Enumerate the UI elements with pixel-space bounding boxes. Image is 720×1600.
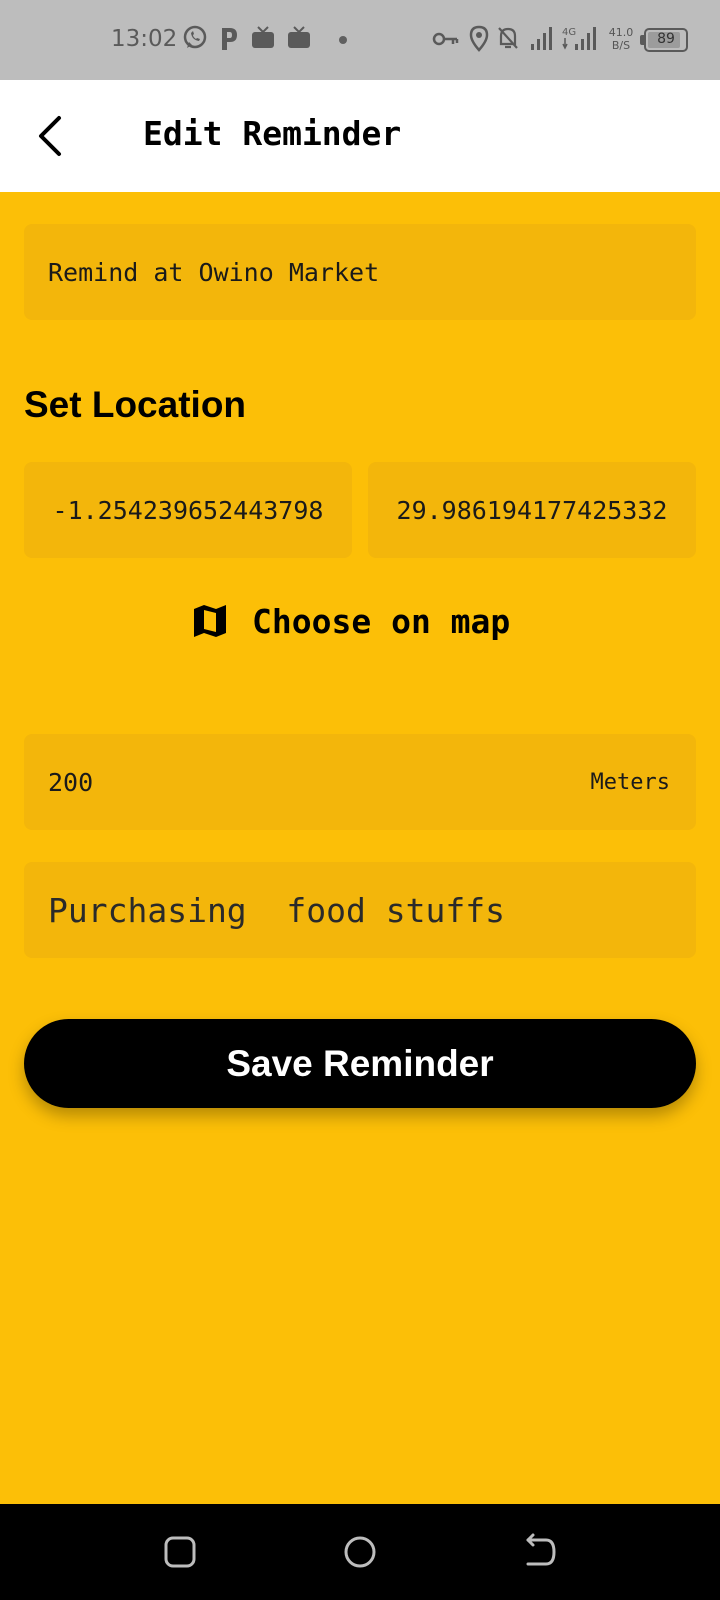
back-button[interactable]: [20, 106, 80, 166]
radius-input[interactable]: 200 Meters: [24, 734, 696, 830]
tv-icon: [252, 26, 274, 48]
radius-unit-label: Meters: [590, 769, 670, 795]
set-location-heading: Set Location: [24, 384, 247, 425]
parking-app-icon: [222, 28, 237, 50]
map-icon: [194, 605, 226, 637]
app-bar: Edit Reminder: [0, 80, 720, 192]
recent-apps-icon[interactable]: [160, 1532, 200, 1572]
network-speed-unit: B/S: [611, 39, 631, 52]
radius-value: 200: [48, 767, 94, 797]
battery-level: 89: [657, 31, 675, 47]
page-title: Edit Reminder: [143, 114, 402, 153]
status-bar: 13:02 4G 41.0 B/S 89: [0, 0, 720, 80]
home-icon[interactable]: [340, 1532, 380, 1572]
location-pin-icon: [469, 25, 489, 52]
reminder-note-input[interactable]: Purchasing food stuffs: [24, 862, 696, 958]
network-speed: 41.0 B/S: [606, 26, 636, 52]
battery-icon: 89: [644, 28, 688, 52]
tv-icon: [288, 26, 310, 48]
4g-signal-icon: 4G: [562, 27, 596, 50]
choose-on-map-button[interactable]: Choose on map: [190, 596, 510, 646]
whatsapp-icon: [183, 25, 207, 49]
latitude-input[interactable]: -1.254239652443798: [24, 462, 352, 558]
system-nav-bar: [0, 1504, 720, 1600]
back-icon[interactable]: [520, 1532, 560, 1572]
choose-on-map-label: Choose on map: [252, 601, 511, 641]
reminder-title-input[interactable]: Remind at Owino Market: [24, 224, 696, 320]
signal-icon: [531, 27, 552, 50]
arrow-back-icon: [39, 116, 61, 156]
network-speed-value: 41.0: [608, 26, 634, 39]
longitude-input[interactable]: 29.986194177425332: [368, 462, 696, 558]
save-reminder-button[interactable]: Save Reminder: [24, 1019, 696, 1108]
network-type: 4G: [562, 27, 576, 38]
bell-off-icon: [498, 27, 518, 49]
vpn-key-icon: [432, 32, 459, 46]
status-time: 13:02: [111, 26, 178, 52]
notification-dot: [339, 36, 347, 44]
